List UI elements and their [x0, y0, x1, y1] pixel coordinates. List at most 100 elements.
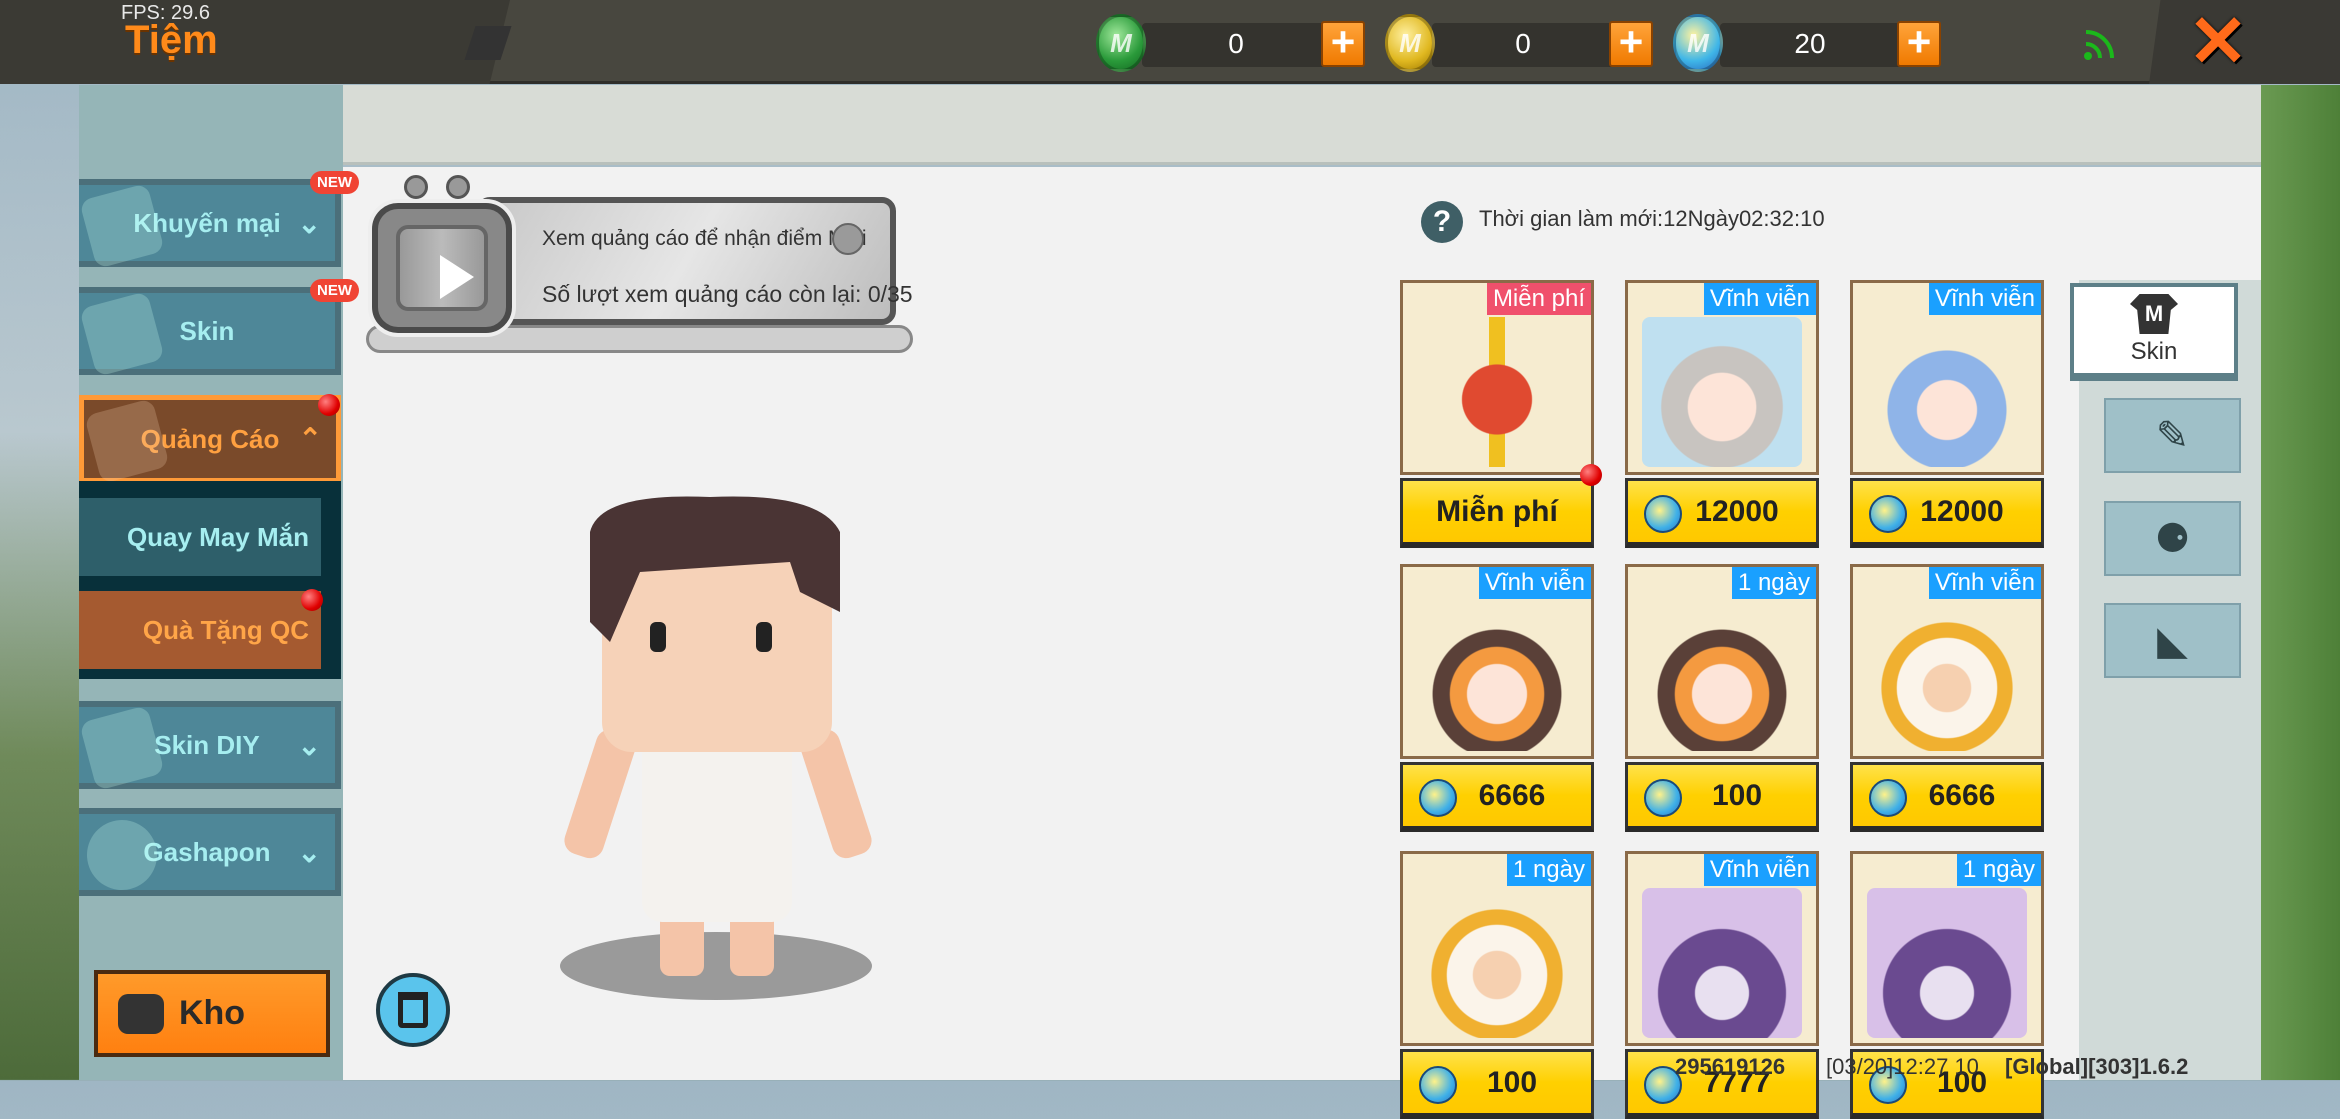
shop-item-card[interactable]: Vĩnh viễn [1400, 564, 1594, 759]
chevron-down-icon: ⌄ [297, 837, 321, 868]
mini-coin-icon: M [1673, 14, 1723, 72]
sidebar-item-gashapon[interactable]: Gashapon ⌄ [79, 808, 341, 898]
close-button[interactable]: ✕ [2185, 6, 2251, 78]
tab-skin[interactable]: M Skin [2070, 283, 2238, 381]
price-label: 6666 [1478, 778, 1546, 812]
chevron-down-icon: ⌄ [297, 730, 321, 761]
shop-item-card[interactable]: Vĩnh viễn [1850, 564, 2044, 759]
skin-boy-blue-image [1867, 317, 2027, 467]
add-coin-button[interactable]: + [1609, 21, 1653, 67]
notification-dot [301, 589, 323, 611]
trash-icon [398, 992, 428, 1028]
tab-accessories[interactable]: ⚈ [2104, 501, 2241, 576]
inventory-label: Kho [178, 994, 246, 1032]
coin-count: 0 [1515, 28, 1531, 59]
add-gem-button[interactable]: + [1321, 21, 1365, 67]
sidebar-item-label: Skin DIY [154, 729, 260, 760]
buy-button[interactable]: 12000 [1625, 478, 1819, 548]
buy-button[interactable]: 6666 [1850, 762, 2044, 832]
sidebar-item-skin[interactable]: Skin NEW [79, 279, 359, 377]
skin-detective-image [1417, 601, 1577, 751]
help-icon[interactable]: ? [1421, 201, 1463, 243]
background-scenery [2261, 85, 2340, 1080]
sidebar-item-promotions[interactable]: Khuyến mại ⌄ NEW [79, 171, 359, 269]
duration-badge: Vĩnh viễn [1478, 567, 1591, 599]
duration-badge: 1 ngày [1506, 854, 1591, 886]
sidebar-item-ads[interactable]: Quảng Cáo ⌃ [79, 394, 341, 484]
gold-coin-icon: M [1385, 14, 1435, 72]
tab-skin-diy[interactable]: ✎ [2104, 398, 2241, 473]
pencil-ruler-icon: ✎ [2155, 413, 2190, 458]
shop-item-card[interactable]: 1 ngày [1625, 564, 1819, 759]
tab-effects[interactable]: ◣ [2104, 603, 2241, 678]
skin-mascot-image [1417, 888, 1577, 1038]
ad-remaining-count: Số lượt xem quảng cáo còn lại: 0/35 [542, 281, 913, 307]
shop-item-card[interactable]: Vĩnh viễn [1625, 851, 1819, 1046]
duration-badge: Vĩnh viễn [1928, 567, 2041, 599]
duration-badge: Vĩnh viễn [1928, 283, 2041, 315]
character-preview[interactable] [560, 492, 873, 1000]
chevron-down-icon: ⌄ [297, 208, 321, 239]
mini-coin-count: 20 [1794, 28, 1826, 59]
content-header [343, 85, 2261, 165]
gem-count: 0 [1228, 28, 1244, 59]
buy-button[interactable]: 100 [1625, 762, 1819, 832]
skin-girl-gray-image [1642, 317, 1802, 467]
watch-ad-banner[interactable]: Xem quảng cáo để nhận điểm Mini Số lượt … [366, 175, 913, 358]
mini-coin-icon [1644, 779, 1682, 817]
shop-item-card[interactable]: Vĩnh viễn [1625, 280, 1819, 475]
add-mini-coin-button[interactable]: + [1897, 21, 1941, 67]
mini-coin-icon [1419, 779, 1457, 817]
price-label: 6666 [1928, 778, 1996, 812]
price-label: Miễn phí [1436, 494, 1558, 528]
price-label: 100 [1486, 1065, 1538, 1099]
sidebar-subitem-ad-gift[interactable]: Quà Tặng QC [79, 589, 323, 669]
notification-dot [1580, 464, 1602, 486]
buy-button[interactable]: 100 [1400, 1049, 1594, 1119]
gashapon-icon [79, 812, 165, 898]
sidebar-item-label: Skin [179, 315, 235, 346]
gift-box-icon [79, 183, 165, 269]
sidebar-item-label: Gashapon [143, 836, 271, 867]
gift-play-icon [84, 398, 170, 484]
page-title: Tiệm [125, 18, 218, 62]
skin-detective-image [1642, 601, 1802, 751]
buy-button[interactable]: 12000 [1850, 478, 2044, 548]
play-icon [440, 255, 474, 299]
buy-button[interactable]: Miễn phí [1400, 478, 1594, 548]
shirt-icon [79, 291, 165, 377]
trash-button[interactable] [376, 973, 450, 1047]
tab-label: Skin [2130, 338, 2178, 365]
chevron-up-icon: ⌃ [298, 423, 322, 454]
duration-badge: Miễn phí [1486, 283, 1591, 315]
title-area [0, 0, 510, 84]
mini-coin-icon [1869, 779, 1907, 817]
debug-uid: 295619126 [1675, 1054, 1786, 1079]
sidebar-item-label: Quà Tặng QC [142, 614, 309, 645]
shop-item-card[interactable]: Vĩnh viễn [1850, 280, 2044, 475]
duration-badge: 1 ngày [1956, 854, 2041, 886]
notification-dot [318, 394, 340, 416]
duration-badge: Vĩnh viễn [1703, 854, 1816, 886]
shop-item-card[interactable]: Miễn phí [1400, 280, 1594, 475]
gift-icon [1417, 317, 1577, 467]
sidebar-subitem-lucky-spin[interactable]: Quay May Mắn [79, 498, 321, 576]
green-gem-icon: M [1096, 14, 1146, 72]
new-badge: NEW [310, 279, 359, 302]
price-label: 100 [1711, 778, 1763, 812]
skin-purple-girl-image [1642, 888, 1802, 1038]
sidebar-item-skin-diy[interactable]: Skin DIY ⌄ [79, 701, 341, 791]
sidebar-item-label: Quay May Mắn [126, 521, 309, 552]
tv-icon [372, 203, 512, 333]
mini-coin-icon [832, 223, 864, 255]
inventory-button[interactable]: Kho [94, 970, 330, 1057]
antenna-icon [404, 175, 428, 199]
refresh-timer: Thời gian làm mới:12Ngày02:32:10 [1479, 206, 1825, 231]
price-label: 12000 [1920, 494, 2004, 528]
duration-badge: Vĩnh viễn [1703, 283, 1816, 315]
shop-item-card[interactable]: 1 ngày [1850, 851, 2044, 1046]
buy-button[interactable]: 6666 [1400, 762, 1594, 832]
party-popper-icon: ◣ [2157, 618, 2188, 663]
shop-item-card[interactable]: 1 ngày [1400, 851, 1594, 1046]
price-label: 12000 [1695, 494, 1779, 528]
